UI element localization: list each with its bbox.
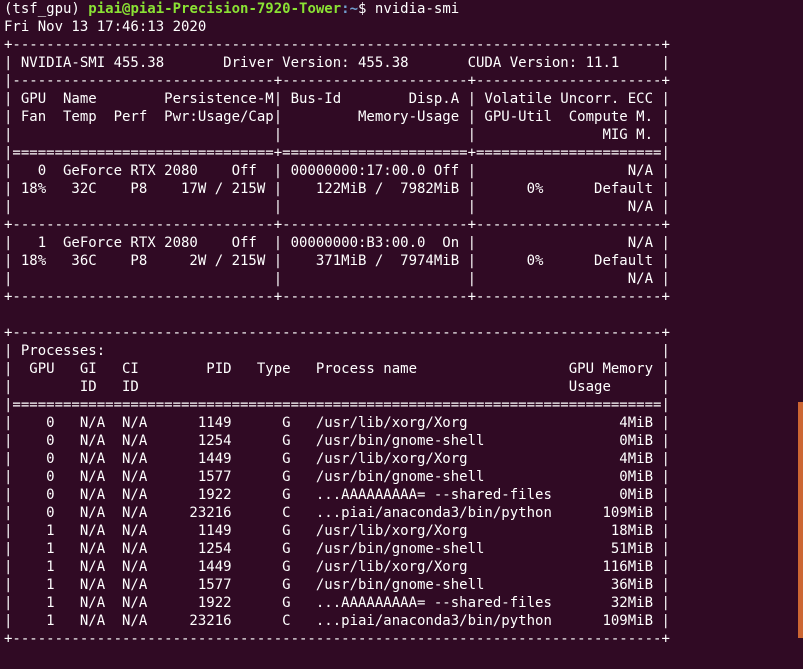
prompt-symbol: $ (358, 1, 375, 17)
output-line: +---------------------------------------… (4, 325, 670, 341)
output-line: | 1 N/A N/A 1922 G ...AAAAAAAAA= --share… (4, 595, 670, 611)
output-line: | 1 N/A N/A 1449 G /usr/lib/xorg/Xorg 11… (4, 559, 670, 575)
output-line: | | | N/A | (4, 199, 670, 215)
output-line: | 1 N/A N/A 1577 G /usr/bin/gnome-shell … (4, 577, 670, 593)
output-line: | ID ID Usage | (4, 379, 670, 395)
output-line: | Processes: | (4, 343, 670, 359)
prompt-path: :~ (341, 1, 359, 17)
scrollbar-thumb[interactable] (798, 402, 803, 638)
output-line: | 0 GeForce RTX 2080 Off | 00000000:17:0… (4, 163, 670, 179)
command-text: nvidia-smi (374, 1, 460, 17)
output-line: | GPU Name Persistence-M| Bus-Id Disp.A … (4, 91, 670, 107)
output-line: | 0 N/A N/A 1254 G /usr/bin/gnome-shell … (4, 433, 670, 449)
output-line: | 0 N/A N/A 1577 G /usr/bin/gnome-shell … (4, 469, 670, 485)
output-line: | 1 N/A N/A 1254 G /usr/bin/gnome-shell … (4, 541, 670, 557)
output-line: |===============================+=======… (4, 145, 670, 161)
output-line: | 1 N/A N/A 1149 G /usr/lib/xorg/Xorg 18… (4, 523, 670, 539)
output-line: | GPU GI CI PID Type Process name GPU Me… (4, 361, 670, 377)
output-line: | | | MIG M. | (4, 127, 670, 143)
command-prompt-line: (tsf_gpu) piai@piai-Precision-7920-Tower… (4, 0, 459, 18)
output-line: | | | N/A | (4, 271, 670, 287)
terminal-window[interactable]: (tsf_gpu) piai@piai-Precision-7920-Tower… (0, 0, 803, 669)
output-line: +---------------------------------------… (4, 631, 670, 647)
prompt-user-host: piai@piai-Precision-7920-Tower (88, 1, 342, 17)
date-line: Fri Nov 13 17:46:13 2020 (4, 19, 207, 35)
output-line: | 18% 36C P8 2W / 215W | 371MiB / 7974Mi… (4, 253, 670, 269)
output-line: | 18% 32C P8 17W / 215W | 122MiB / 7982M… (4, 181, 670, 197)
output-line: +-------------------------------+-------… (4, 217, 670, 233)
conda-env-label: (tsf_gpu) (4, 1, 89, 17)
output-line: | Fan Temp Perf Pwr:Usage/Cap| Memory-Us… (4, 109, 670, 125)
output-line: | 0 N/A N/A 1449 G /usr/lib/xorg/Xorg 4M… (4, 451, 670, 467)
output-line: +-------------------------------+-------… (4, 289, 670, 305)
output-line: | 0 N/A N/A 1922 G ...AAAAAAAAA= --share… (4, 487, 670, 503)
output-line: +---------------------------------------… (4, 37, 670, 53)
output-line: | 1 N/A N/A 23216 C ...piai/anaconda3/bi… (4, 613, 670, 629)
output-line: | 0 N/A N/A 1149 G /usr/lib/xorg/Xorg 4M… (4, 415, 670, 431)
output-line: |-------------------------------+-------… (4, 73, 670, 89)
output-line: | NVIDIA-SMI 455.38 Driver Version: 455.… (4, 55, 670, 71)
output-line: |=======================================… (4, 397, 670, 413)
output-line: | 1 GeForce RTX 2080 Off | 00000000:B3:0… (4, 235, 670, 251)
output-line: | 0 N/A N/A 23216 C ...piai/anaconda3/bi… (4, 505, 670, 521)
